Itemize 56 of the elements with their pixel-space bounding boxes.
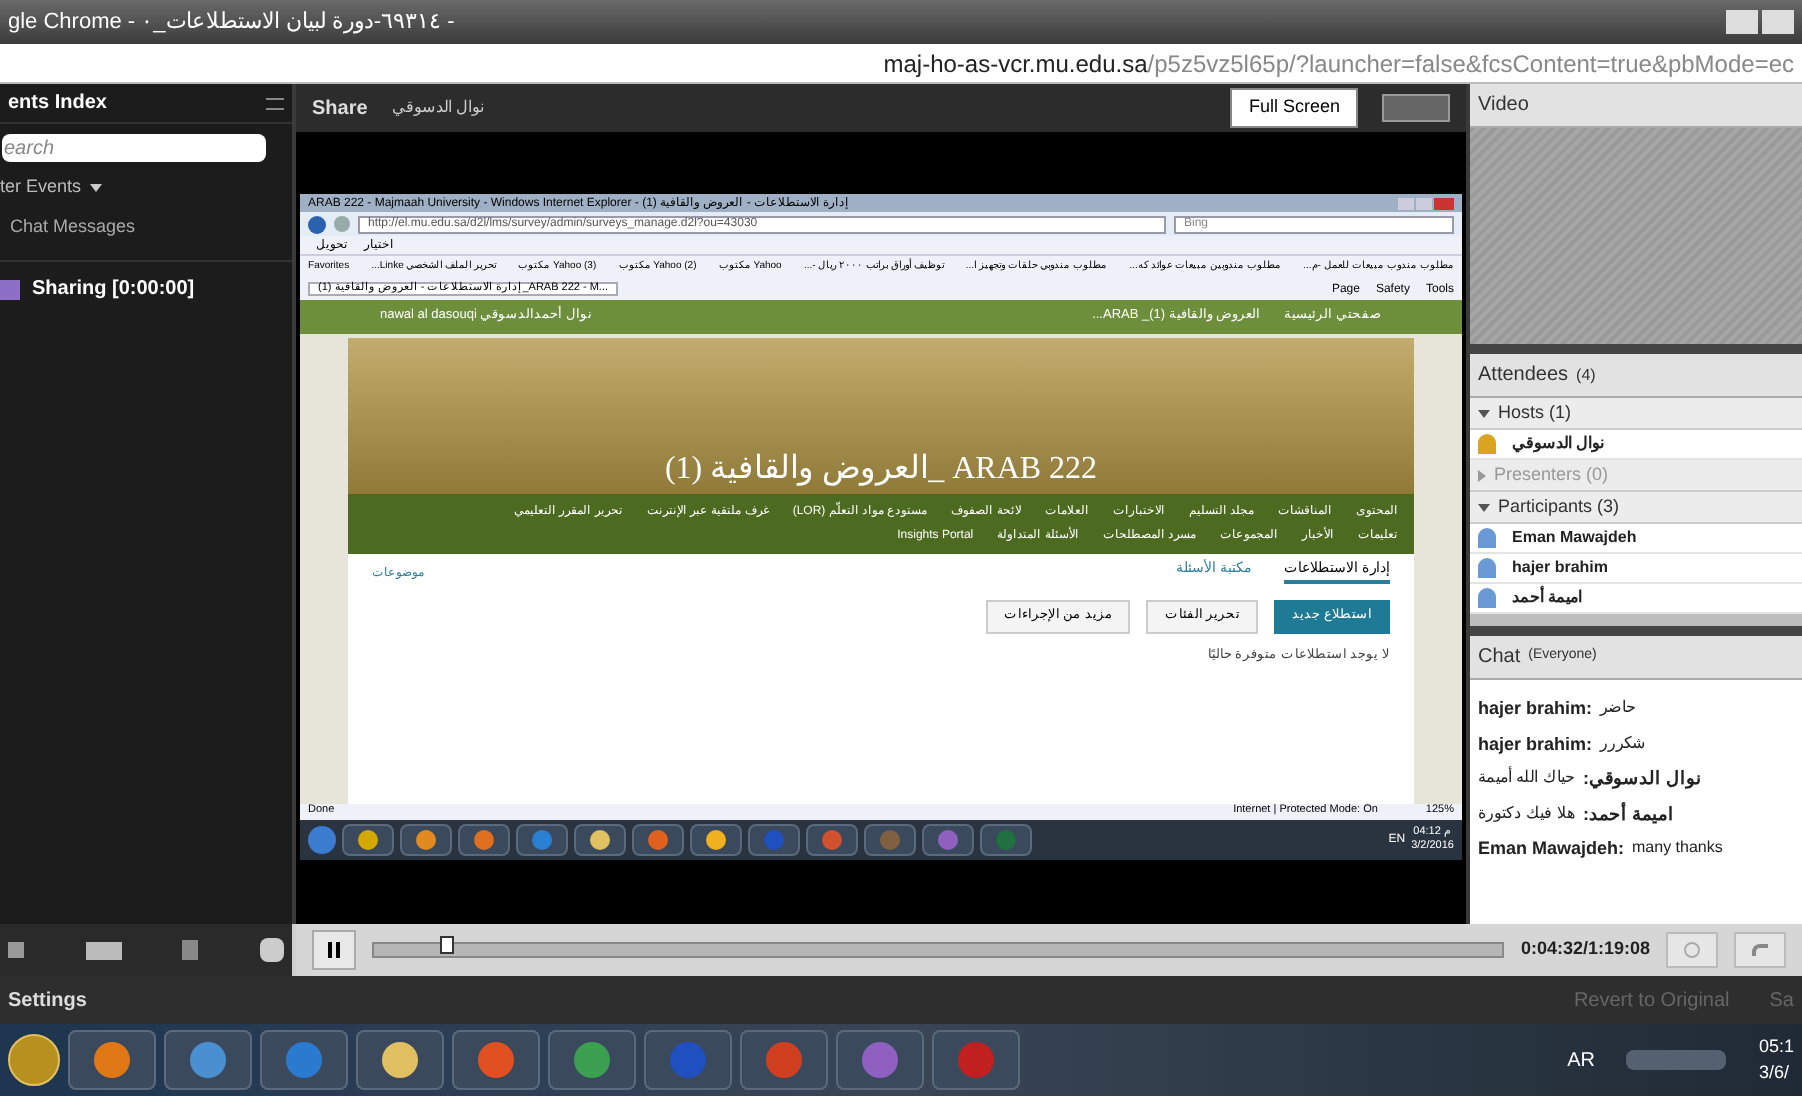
pod-title: Share	[312, 95, 368, 123]
clock-date: 3/6/	[1758, 1060, 1791, 1086]
filter-dropdown[interactable]: ter Events	[0, 174, 292, 201]
start-icon[interactable]	[8, 1034, 60, 1086]
pod-title: Video	[1478, 92, 1529, 120]
forward-icon[interactable]	[334, 216, 350, 232]
pod-title: Chat	[1478, 644, 1521, 672]
attendee-row[interactable]: اميمة أحمد	[1470, 584, 1802, 614]
app-icon[interactable]	[690, 824, 742, 856]
cut-button[interactable]	[1666, 932, 1718, 968]
window-title: gle Chrome - ٦٩٣١٤-دورة لبيان الاستطلاعات_٠ -	[8, 7, 455, 38]
app-icon[interactable]	[632, 824, 684, 856]
app-icon[interactable]	[574, 824, 626, 856]
app-icon[interactable]	[356, 1030, 444, 1090]
chat-message: Eman Mawajdeh: many thanks	[1478, 836, 1725, 862]
presenter-name: نوال الدسوقي	[391, 96, 485, 120]
app-icon[interactable]	[68, 1030, 156, 1090]
panel-title: ents Index	[8, 90, 107, 118]
play-pause-button[interactable]	[312, 930, 356, 970]
chat-message: نوال الدسوقي: حياك الله أميمة	[1478, 766, 1704, 793]
attendee-row[interactable]: Eman Mawajdeh	[1470, 524, 1802, 554]
timeline-thumb[interactable]	[439, 936, 454, 954]
course-title: العروض والقافية (1)_ ARAB 222	[664, 454, 1098, 486]
start-icon[interactable]	[308, 826, 336, 854]
settings-title: Settings	[8, 987, 87, 1015]
group-header[interactable]: Hosts (1)	[1470, 398, 1802, 430]
window-controls-icon[interactable]	[1398, 197, 1454, 209]
app-icon[interactable]	[342, 824, 394, 856]
timeline-track[interactable]	[372, 942, 1505, 958]
user-icon	[1478, 434, 1496, 454]
group-header[interactable]: Participants (3)	[1470, 492, 1802, 524]
app-icon[interactable]	[400, 824, 452, 856]
pod-title: Attendees	[1478, 362, 1569, 390]
app-icon[interactable]	[806, 824, 858, 856]
language-indicator[interactable]: AR	[1567, 1045, 1595, 1075]
clock-time: 05:1	[1758, 1033, 1794, 1059]
window-controls-icon[interactable]	[1726, 10, 1794, 34]
chat-message: اميمة أحمد: هلا فيك دكتورة	[1478, 801, 1676, 828]
attendee-count: (4)	[1576, 363, 1596, 387]
playback-time: 0:04:32/1:19:08	[1520, 936, 1650, 963]
attendee-row[interactable]: hajer brahim	[1470, 554, 1802, 584]
full-screen-button[interactable]: Full Screen	[1230, 88, 1358, 128]
undo-button[interactable]	[1734, 932, 1786, 968]
search-field[interactable]: earch	[2, 134, 266, 162]
attendee-row[interactable]: نوال الدسوقي	[1470, 430, 1802, 460]
app-icon[interactable]	[458, 824, 510, 856]
menu-icon[interactable]	[266, 97, 284, 109]
event-item[interactable]: Sharing [0:00:00]	[0, 274, 292, 304]
sharing-icon	[0, 279, 20, 299]
pause-icon	[328, 942, 340, 958]
filter-option[interactable]: Chat Messages	[10, 213, 292, 240]
back-icon[interactable]	[308, 215, 326, 233]
app-icon[interactable]	[516, 824, 568, 856]
caret-icon	[89, 183, 102, 192]
layout-icon[interactable]	[1382, 94, 1450, 122]
undo-icon	[1752, 944, 1768, 956]
